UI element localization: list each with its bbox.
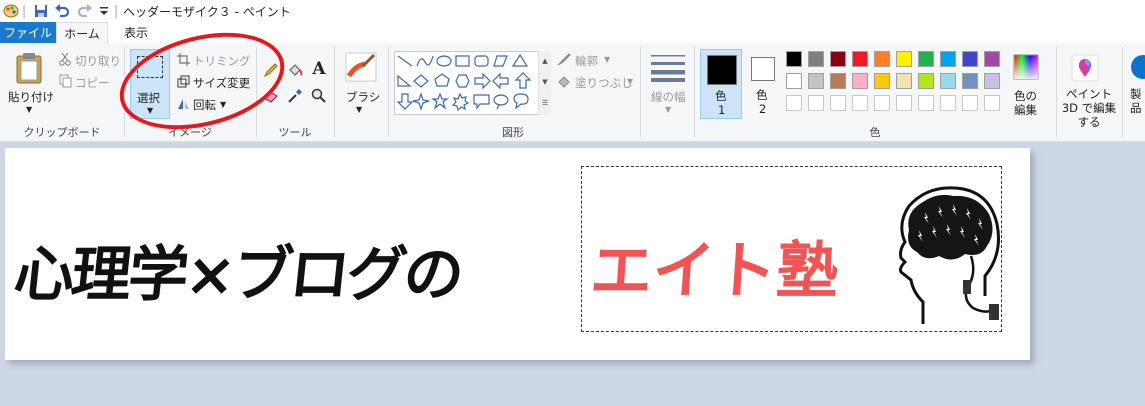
outline-button[interactable]: 輪郭 <box>575 53 598 69</box>
color1-swatch <box>707 55 737 85</box>
shapes-scrollbar[interactable]: ▲ ▼ ☰ <box>538 51 551 115</box>
product-alert-button[interactable]: 製品の警告 <box>1130 87 1145 117</box>
fill-button[interactable]: 塗りつぶし <box>575 75 633 91</box>
color1-button[interactable]: 色 1 <box>700 49 742 119</box>
palette-swatch[interactable] <box>830 51 846 67</box>
palette-swatch[interactable] <box>918 95 934 111</box>
paint-app-icon[interactable] <box>2 3 20 19</box>
paint3d-button[interactable]: ペイント 3D で編集する <box>1058 87 1120 129</box>
color-edit-button[interactable]: 色の編集 <box>1014 89 1040 117</box>
copy-icon <box>58 74 72 88</box>
palette-swatch[interactable] <box>786 95 802 111</box>
ribbon-tabs: ファイル ホーム 表示 <box>0 22 1145 44</box>
shapes-group-label: 図形 <box>502 126 524 139</box>
palette-swatch[interactable] <box>852 73 868 89</box>
palette-swatch[interactable] <box>896 51 912 67</box>
canvas-text-black: 心理学×ブログの <box>10 240 465 310</box>
palette-swatch[interactable] <box>874 73 890 89</box>
color-picker-icon[interactable] <box>286 87 304 105</box>
palette-swatch[interactable] <box>852 51 868 67</box>
palette-swatch[interactable] <box>984 95 1000 111</box>
redo-icon[interactable] <box>76 3 94 19</box>
palette-swatch[interactable] <box>962 95 978 111</box>
palette-swatch[interactable] <box>918 73 934 89</box>
shapes-gallery[interactable] <box>394 51 550 115</box>
palette-swatch[interactable] <box>874 51 890 67</box>
product-alert-icon <box>1130 53 1145 81</box>
tools-group-label: ツール <box>278 126 312 139</box>
brush-dropdown-icon[interactable]: ▼ <box>356 105 362 114</box>
brush-button[interactable]: ブラシ <box>346 89 380 105</box>
group-separator <box>1122 47 1123 137</box>
palette-swatch[interactable] <box>918 51 934 67</box>
color2-label: 色 <box>756 88 768 102</box>
text-icon[interactable]: A <box>310 59 328 79</box>
palette-swatch[interactable] <box>808 51 824 67</box>
customize-qa-icon[interactable] <box>98 3 110 19</box>
palette-swatch[interactable] <box>896 73 912 89</box>
group-separator <box>1056 47 1057 137</box>
tab-home[interactable]: ホーム <box>56 22 108 44</box>
fill-icon[interactable] <box>286 61 304 79</box>
palette-swatch[interactable] <box>984 51 1000 67</box>
save-icon[interactable] <box>32 3 50 19</box>
palette-swatch[interactable] <box>786 73 802 89</box>
cut-button[interactable]: 切り取り <box>75 53 121 69</box>
palette-swatch[interactable] <box>786 51 802 67</box>
title-bar: | | ヘッダーモザイク３ - ペイント <box>0 0 1145 22</box>
palette-swatch[interactable] <box>962 51 978 67</box>
palette-swatch[interactable] <box>940 51 956 67</box>
tab-file[interactable]: ファイル <box>0 22 56 43</box>
color1-number: 1 <box>718 103 726 117</box>
palette-swatch[interactable] <box>830 73 846 89</box>
paint3d-icon <box>1070 53 1100 83</box>
qa-separator: | <box>113 3 119 19</box>
palette-swatch[interactable] <box>852 95 868 111</box>
palette-swatch[interactable] <box>984 73 1000 89</box>
group-separator <box>640 47 641 137</box>
shapes-gallery-icons <box>396 53 532 112</box>
color-edit-icon <box>1012 53 1040 81</box>
palette-swatch[interactable] <box>940 73 956 89</box>
line-width-icon <box>650 53 686 83</box>
fill-shape-icon <box>556 73 572 89</box>
palette-swatch[interactable] <box>830 95 846 111</box>
qa-separator: | <box>21 3 27 19</box>
magnifier-icon[interactable] <box>310 87 328 105</box>
tab-view[interactable]: 表示 <box>112 22 160 43</box>
color2-number: 2 <box>759 102 767 116</box>
fill-dropdown-icon[interactable]: ▼ <box>627 77 633 86</box>
line-width-dropdown-icon[interactable]: ▼ <box>665 105 671 114</box>
undo-icon[interactable] <box>53 3 71 19</box>
color2-button[interactable]: 色 2 <box>746 49 780 119</box>
colors-group-label: 色 <box>869 126 881 139</box>
paste-dropdown-icon[interactable]: ▼ <box>26 105 32 114</box>
palette-swatch[interactable] <box>808 73 824 89</box>
brush-icon[interactable] <box>344 51 378 83</box>
paste-button[interactable]: 貼り付け <box>8 89 54 105</box>
palette-swatch[interactable] <box>940 95 956 111</box>
copy-button[interactable]: コピー <box>75 75 110 91</box>
color1-label: 色 <box>715 89 727 103</box>
group-separator <box>334 47 335 137</box>
palette-swatch[interactable] <box>962 73 978 89</box>
clipboard-group-label: クリップボード <box>23 126 101 139</box>
outline-dropdown-icon[interactable]: ▼ <box>604 55 610 64</box>
outline-icon <box>556 51 572 67</box>
palette-swatch[interactable] <box>874 95 890 111</box>
line-width-button[interactable]: 線の幅 <box>651 89 686 105</box>
window-title: ヘッダーモザイク３ - ペイント <box>123 5 291 19</box>
selection-rectangle[interactable] <box>581 166 1002 332</box>
palette-swatch[interactable] <box>896 95 912 111</box>
paste-icon[interactable] <box>14 51 44 85</box>
color2-swatch <box>751 57 775 81</box>
palette-swatch[interactable] <box>808 95 824 111</box>
scissors-icon <box>58 52 72 66</box>
